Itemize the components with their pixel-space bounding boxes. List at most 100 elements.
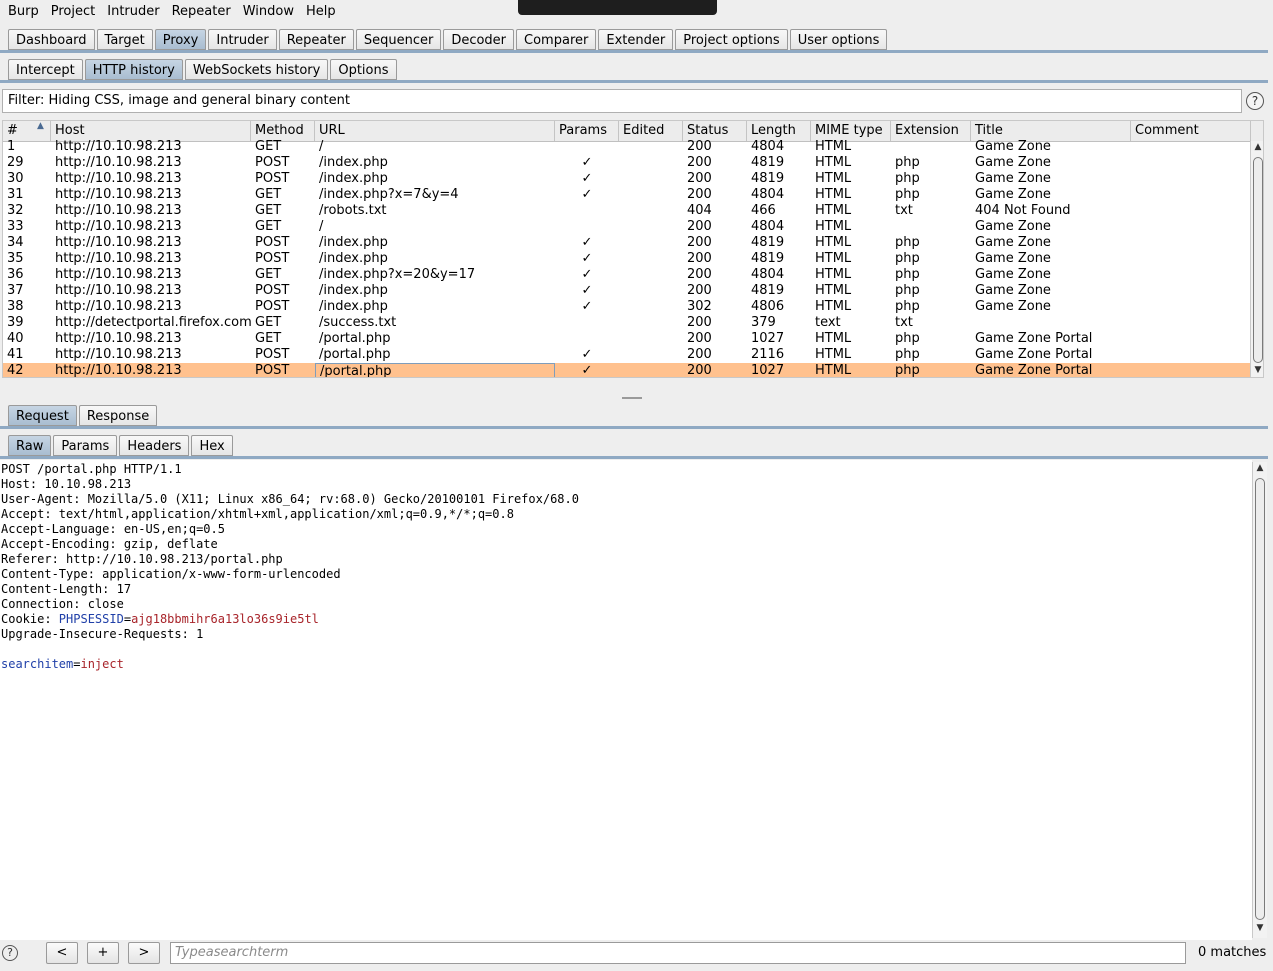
table-row[interactable]: 36 http://10.10.98.213 GET/index.php?x=20&… [3, 267, 1250, 283]
column-header-status[interactable]: Status [683, 121, 747, 141]
cell-title: 404 Not Found [975, 203, 1071, 218]
cell-id: 1 [7, 139, 16, 154]
splitter-handle[interactable] [622, 397, 642, 399]
column-header-host[interactable]: Host [51, 121, 251, 141]
subtab-http-history[interactable]: HTTP history [84, 59, 183, 80]
menu-intruder[interactable]: Intruder [103, 0, 163, 24]
view-tab-raw[interactable]: Raw [8, 435, 52, 456]
subtab-options[interactable]: Options [330, 59, 397, 80]
add-search-button[interactable]: + [87, 942, 119, 964]
tab-proxy[interactable]: Proxy [154, 29, 207, 50]
editor-help-icon[interactable]: ? [2, 945, 18, 961]
request-raw-text[interactable]: POST /portal.php HTTP/1.1 Host: 10.10.98… [0, 460, 1252, 672]
view-tab-hex[interactable]: Hex [191, 435, 233, 456]
column-header-extension[interactable]: Extension [891, 121, 971, 141]
scroll-thumb[interactable] [1253, 157, 1263, 363]
next-match-button[interactable]: > [128, 942, 160, 964]
column-header-mime-type[interactable]: MIME type [811, 121, 891, 141]
cell-method: GET [255, 203, 282, 218]
scroll-up-arrow-icon[interactable]: ▲ [1251, 142, 1263, 152]
tab-project-options[interactable]: Project options [675, 29, 788, 50]
subtab-intercept[interactable]: Intercept [8, 59, 83, 80]
cell-id: 33 [7, 219, 24, 234]
tab-comparer[interactable]: Comparer [516, 29, 597, 50]
table-row[interactable]: 40 http://10.10.98.213 GET/portal.php 200 10… [3, 331, 1250, 347]
column-header-length[interactable]: Length [747, 121, 811, 141]
cell-host: http://10.10.98.213 [55, 347, 182, 362]
cell-url: /index.php?x=7&y=4 [319, 187, 459, 202]
cell-length: 4819 [751, 171, 785, 186]
help-icon[interactable]: ? [1246, 92, 1264, 110]
tab-extender[interactable]: Extender [598, 29, 674, 50]
menu-repeater[interactable]: Repeater [168, 0, 235, 24]
cell-url: /index.php [319, 155, 388, 170]
cell-method: GET [255, 139, 282, 154]
table-row[interactable]: 38 http://10.10.98.213 POST/index.php ✓ 302 4… [3, 299, 1250, 315]
cell-title: Game Zone [975, 219, 1051, 234]
main-tab-bar: Dashboard Target Proxy Intruder Repeater Sequ… [8, 29, 889, 50]
table-row[interactable]: 31 http://10.10.98.213 GET/index.php?x=7&y… [3, 187, 1250, 203]
tab-user-options[interactable]: User options [789, 29, 888, 50]
req-scroll-up-arrow-icon[interactable]: ▲ [1253, 463, 1267, 473]
menu-window[interactable]: Window [239, 0, 298, 24]
cell-mime: HTML [815, 283, 852, 298]
cell-host: http://10.10.98.213 [55, 219, 182, 234]
column-header-method[interactable]: Method [251, 121, 315, 141]
match-count: 0 matches [1198, 945, 1267, 960]
menu-help[interactable]: Help [302, 0, 340, 24]
cell-mime: HTML [815, 139, 852, 154]
view-tab-headers[interactable]: Headers [119, 435, 190, 456]
view-tab-params[interactable]: Params [53, 435, 118, 456]
column-header-edited[interactable]: Edited [619, 121, 683, 141]
cell-method: GET [255, 267, 282, 282]
table-row[interactable]: 41 http://10.10.98.213 POST/portal.php ✓ 200… [3, 347, 1250, 363]
tab-intruder[interactable]: Intruder [208, 29, 277, 50]
message-view-tab-bar: Raw Params Headers Hex [8, 435, 235, 456]
table-row[interactable]: 39 http://detectportal.firefox.com GET/suc… [3, 315, 1250, 331]
tab-repeater[interactable]: Repeater [278, 29, 354, 50]
table-row[interactable]: 32 http://10.10.98.213 GET/robots.txt 404 46… [3, 203, 1250, 219]
tab-request[interactable]: Request [8, 405, 77, 426]
table-row[interactable]: 29 http://10.10.98.213 POST/index.php ✓ 200 4… [3, 155, 1250, 171]
table-row[interactable]: 1 http://10.10.98.213 GET / 200 4804 HTML Game … [3, 139, 1250, 155]
cell-host: http://10.10.98.213 [55, 267, 182, 282]
cell-id: 31 [7, 187, 24, 202]
previous-match-button[interactable]: < [46, 942, 78, 964]
cell-host: http://10.10.98.213 [55, 331, 182, 346]
scroll-down-arrow-icon[interactable]: ▼ [1251, 365, 1263, 375]
table-row[interactable]: 30 http://10.10.98.213 POST/index.php ✓ 200 4… [3, 171, 1250, 187]
tab-decoder[interactable]: Decoder [443, 29, 515, 50]
column-header-params[interactable]: Params [555, 121, 619, 141]
cell-mime: HTML [815, 299, 852, 314]
column-header-url[interactable]: URL [315, 121, 555, 141]
table-row[interactable]: 37 http://10.10.98.213 POST/index.php ✓ 200 4… [3, 283, 1250, 299]
tab-dashboard[interactable]: Dashboard [8, 29, 95, 50]
req-scroll-down-arrow-icon[interactable]: ▼ [1253, 923, 1267, 933]
req-scroll-thumb[interactable] [1255, 478, 1265, 920]
table-vertical-scrollbar[interactable]: ▲ ▼ [1250, 141, 1263, 377]
table-row[interactable]: 34 http://10.10.98.213 POST/index.php ✓ 200 4… [3, 235, 1250, 251]
table-row[interactable]: 35 http://10.10.98.213 POST/index.php ✓ 200 4… [3, 251, 1250, 267]
table-row[interactable]: 42 http://10.10.98.213 POST/portal.php ✓ 200… [3, 363, 1250, 377]
request-line: Accept: text/html,application/xhtml+xml,… [1, 507, 514, 521]
cell-id: 37 [7, 283, 24, 298]
request-header-lines: POST /portal.php HTTP/1.1 Host: 10.10.98… [1, 462, 579, 611]
params-check-cell [555, 331, 619, 347]
column-header-comment[interactable]: Comment [1131, 121, 1251, 141]
tab-sequencer[interactable]: Sequencer [355, 29, 442, 50]
request-editor[interactable]: POST /portal.php HTTP/1.1 Host: 10.10.98… [0, 460, 1252, 940]
subtab-websockets-history[interactable]: WebSockets history [184, 59, 329, 80]
cell-status: 200 [687, 139, 712, 154]
table-row[interactable]: 33 http://10.10.98.213 GET / 200 4804 HTML Game… [3, 219, 1250, 235]
search-input[interactable]: Typeasearchterm [170, 942, 1186, 964]
tab-response[interactable]: Response [78, 405, 158, 426]
cell-ext: php [895, 155, 920, 170]
request-vertical-scrollbar[interactable]: ▲ ▼ [1252, 462, 1267, 938]
params-check-cell: ✓ [581, 235, 593, 250]
tab-target[interactable]: Target [96, 29, 153, 50]
menu-project[interactable]: Project [47, 0, 99, 24]
column-header-title[interactable]: Title [971, 121, 1131, 141]
menu-burp[interactable]: Burp [4, 0, 43, 24]
cell-id: 30 [7, 171, 24, 186]
filter-bar[interactable]: Filter: Hiding CSS, image and general bi… [2, 89, 1242, 113]
